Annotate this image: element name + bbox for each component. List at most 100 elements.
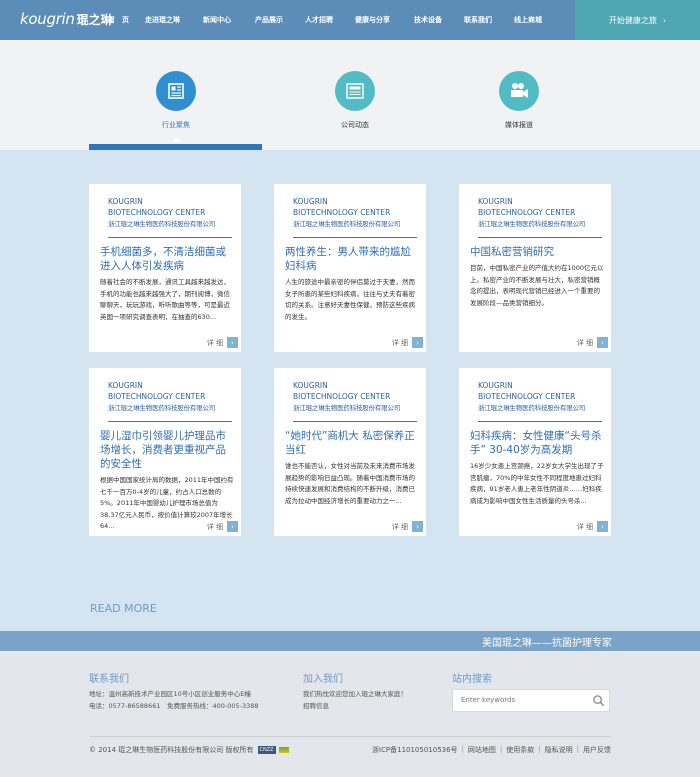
chevron-right-icon: › (227, 337, 238, 348)
article-card[interactable]: KOUGRIN BIOTECHNOLOGY CENTER 浙江琨之琳生物医药科技… (89, 184, 241, 352)
details-link[interactable]: 详 细 › (392, 521, 423, 532)
article-card[interactable]: KOUGRIN BIOTECHNOLOGY CENTER 浙江琨之琳生物医药科技… (274, 184, 426, 352)
brand-line: BIOTECHNOLOGY CENTER (293, 392, 391, 401)
details-label: 详 细 (576, 522, 593, 531)
contact-heading: 联系我们 (89, 674, 129, 685)
details-label: 详 细 (576, 338, 593, 347)
card-brand: KOUGRIN BIOTECHNOLOGY CENTER 浙江琨之琳生物医药科技… (293, 380, 400, 414)
logo-text-en: kougrin (20, 10, 75, 28)
chevron-right-icon: › (412, 521, 423, 532)
article-title[interactable]: 手机细菌多，不清洁细菌或进入人体引发疾病 (100, 245, 236, 273)
article-excerpt: 随着社会的不断发展，通讯工具越来越发达，手机的功能也越来越强大了，期刊阅博，微信… (100, 278, 230, 321)
details-label: 详 细 (391, 522, 408, 531)
brand-line-cn: 浙江琨之琳生物医药科技股份有限公司 (108, 220, 216, 228)
details-link[interactable]: 详 细 › (392, 337, 423, 348)
details-link[interactable]: 详 细 › (577, 337, 608, 348)
details-label: 详 细 (206, 338, 223, 347)
tab-media-coverage[interactable]: 媒体报道 (474, 71, 564, 130)
card-brand: KOUGRIN BIOTECHNOLOGY CENTER 浙江琨之琳生物医药科技… (108, 380, 215, 414)
main-nav: 首 页 走进琨之琳 新闻中心 产品展示 人才招聘 健康与分享 技术设备 联系我们… (108, 0, 556, 40)
article-card[interactable]: KOUGRIN BIOTECHNOLOGY CENTER 浙江琨之琳生物医药科技… (89, 368, 241, 536)
brand-line-cn: 浙江琨之琳生物医药科技股份有限公司 (293, 220, 401, 228)
newspaper-icon (156, 71, 196, 111)
brand-line: KOUGRIN (108, 381, 143, 390)
article-title[interactable]: 中国私密营销研究 (470, 245, 606, 259)
article-title[interactable]: 婴儿湿巾引领婴儿护理品市场增长，消费者更重视产品的安全性 (100, 429, 236, 471)
details-label: 详 细 (391, 338, 408, 347)
search-icon[interactable] (592, 694, 605, 707)
chevron-right-icon: › (597, 337, 608, 348)
divider (478, 237, 602, 238)
footer-divider (89, 736, 611, 737)
cnzz-badge[interactable]: CNZZ (257, 746, 276, 754)
recruitment-link[interactable]: 招聘信息 (303, 700, 329, 712)
tab-industry-focus[interactable]: 行业聚焦 (131, 71, 221, 130)
nav-tech[interactable]: 技术设备 (414, 15, 456, 25)
search-heading: 站内搜索 (452, 674, 492, 685)
divider (108, 237, 232, 238)
join-text: 我们热忱欢迎您加入琨之琳大家庭！ (303, 690, 407, 698)
brand-line-cn: 浙江琨之琳生物医药科技股份有限公司 (478, 220, 586, 228)
nav-news[interactable]: 新闻中心 (203, 15, 245, 25)
article-excerpt: 人生的旅途中最亲密的伴侣莫过于夫妻，然而女子所患的某些妇科疾病，往往与丈夫有着密… (285, 278, 415, 321)
nav-shop[interactable]: 线上商城 (514, 15, 556, 25)
article-title[interactable]: 两性养生：男人带来的尴尬妇科病 (285, 245, 421, 273)
article-grid: KOUGRIN BIOTECHNOLOGY CENTER 浙江琨之琳生物医药科技… (0, 150, 700, 588)
site-footer: 联系我们 地址：温州高新技术产业园区10号小区创业服务中心E幢 电话：0577-… (0, 651, 700, 777)
brand-line-cn: 浙江琨之琳生物医药科技股份有限公司 (293, 404, 401, 412)
details-link[interactable]: 详 细 › (577, 521, 608, 532)
article-card[interactable]: KOUGRIN BIOTECHNOLOGY CENTER 浙江琨之琳生物医药科技… (459, 184, 611, 352)
tab-label: 公司动态 (341, 121, 369, 129)
sitemap-link[interactable]: 网站地图 (468, 745, 496, 755)
cta-label: 开始健康之旅 (608, 15, 657, 25)
footer-links: 浙ICP备11010501053​6号 | 网站地图 | 使用条款 | 隐私说明… (372, 745, 611, 755)
contact-phone: 电话：0577-86588661 免费服务热线：400-005-3388 (89, 702, 259, 710)
nav-health[interactable]: 健康与分享 (355, 15, 405, 25)
article-excerpt: 16岁少女患上宫颈癌，22岁女大学生出现了子宫肌瘤，70%的中年女性不同程度地患… (470, 462, 604, 505)
start-journey-button[interactable]: 开始健康之旅 › (575, 0, 700, 40)
tab-label: 行业聚焦 (162, 121, 190, 129)
feedback-link[interactable]: 用户反馈 (583, 745, 611, 755)
search-input[interactable] (461, 696, 591, 704)
details-link[interactable]: 详 细 › (207, 521, 238, 532)
article-excerpt: 目前，中国私密产业的产值大约在1000亿元以上。私密产业的不断发展与壮大，私密营… (470, 264, 604, 307)
terms-link[interactable]: 使用条款 (506, 745, 534, 755)
chevron-right-icon: › (662, 15, 667, 25)
nav-contact[interactable]: 联系我们 (464, 15, 506, 25)
chevron-right-icon: › (227, 521, 238, 532)
slogan-bar: 美国琨之琳——抗菌护理专家 (0, 631, 700, 651)
search-box (452, 689, 610, 712)
brand-line: KOUGRIN (478, 197, 513, 206)
brand-line: BIOTECHNOLOGY CENTER (478, 392, 576, 401)
nav-home[interactable]: 首 页 (108, 15, 135, 25)
article-card[interactable]: KOUGRIN BIOTECHNOLOGY CENTER 浙江琨之琳生物医药科技… (459, 368, 611, 536)
details-link[interactable]: 详 细 › (207, 337, 238, 348)
separator: | (576, 745, 579, 753)
copyright-text: © 2014 琨之琳生物医药科技股份有限公司 版权所有 (89, 746, 254, 754)
logo[interactable]: kougrin 琨之琳 (20, 10, 113, 28)
nav-about[interactable]: 走进琨之琳 (145, 15, 195, 25)
brand-line: BIOTECHNOLOGY CENTER (108, 392, 206, 401)
site-header: kougrin 琨之琳 首 页 走进琨之琳 新闻中心 产品展示 人才招聘 健康与… (0, 0, 700, 40)
tab-label: 媒体报道 (505, 121, 533, 129)
divider (108, 421, 232, 422)
contact-address: 地址：温州高新技术产业园区10号小区创业服务中心E幢 (89, 690, 251, 698)
article-title[interactable]: 妇科疾病：女性健康“头号杀手” 30-40岁为高发期 (470, 429, 606, 457)
tab-company-news[interactable]: 公司动态 (310, 71, 400, 130)
chevron-right-icon: › (597, 521, 608, 532)
details-label: 详 细 (206, 522, 223, 531)
separator: | (499, 745, 503, 753)
brand-line: KOUGRIN (293, 197, 328, 206)
read-more-link[interactable]: READ MORE (90, 602, 157, 615)
privacy-link[interactable]: 隐私说明 (545, 745, 573, 755)
brand-line-cn: 浙江琨之琳生物医药科技股份有限公司 (108, 404, 216, 412)
nav-products[interactable]: 产品展示 (255, 15, 297, 25)
article-title[interactable]: “她时代”商机大 私密保养正当红 (285, 429, 421, 457)
divider (478, 421, 602, 422)
brand-line: KOUGRIN (293, 381, 328, 390)
icp-link[interactable]: 浙ICP备11010501053​6号 (372, 745, 458, 755)
nav-careers[interactable]: 人才招聘 (305, 15, 347, 25)
divider (293, 237, 417, 238)
article-card[interactable]: KOUGRIN BIOTECHNOLOGY CENTER 浙江琨之琳生物医药科技… (274, 368, 426, 536)
site-badge-icon[interactable] (278, 747, 289, 753)
